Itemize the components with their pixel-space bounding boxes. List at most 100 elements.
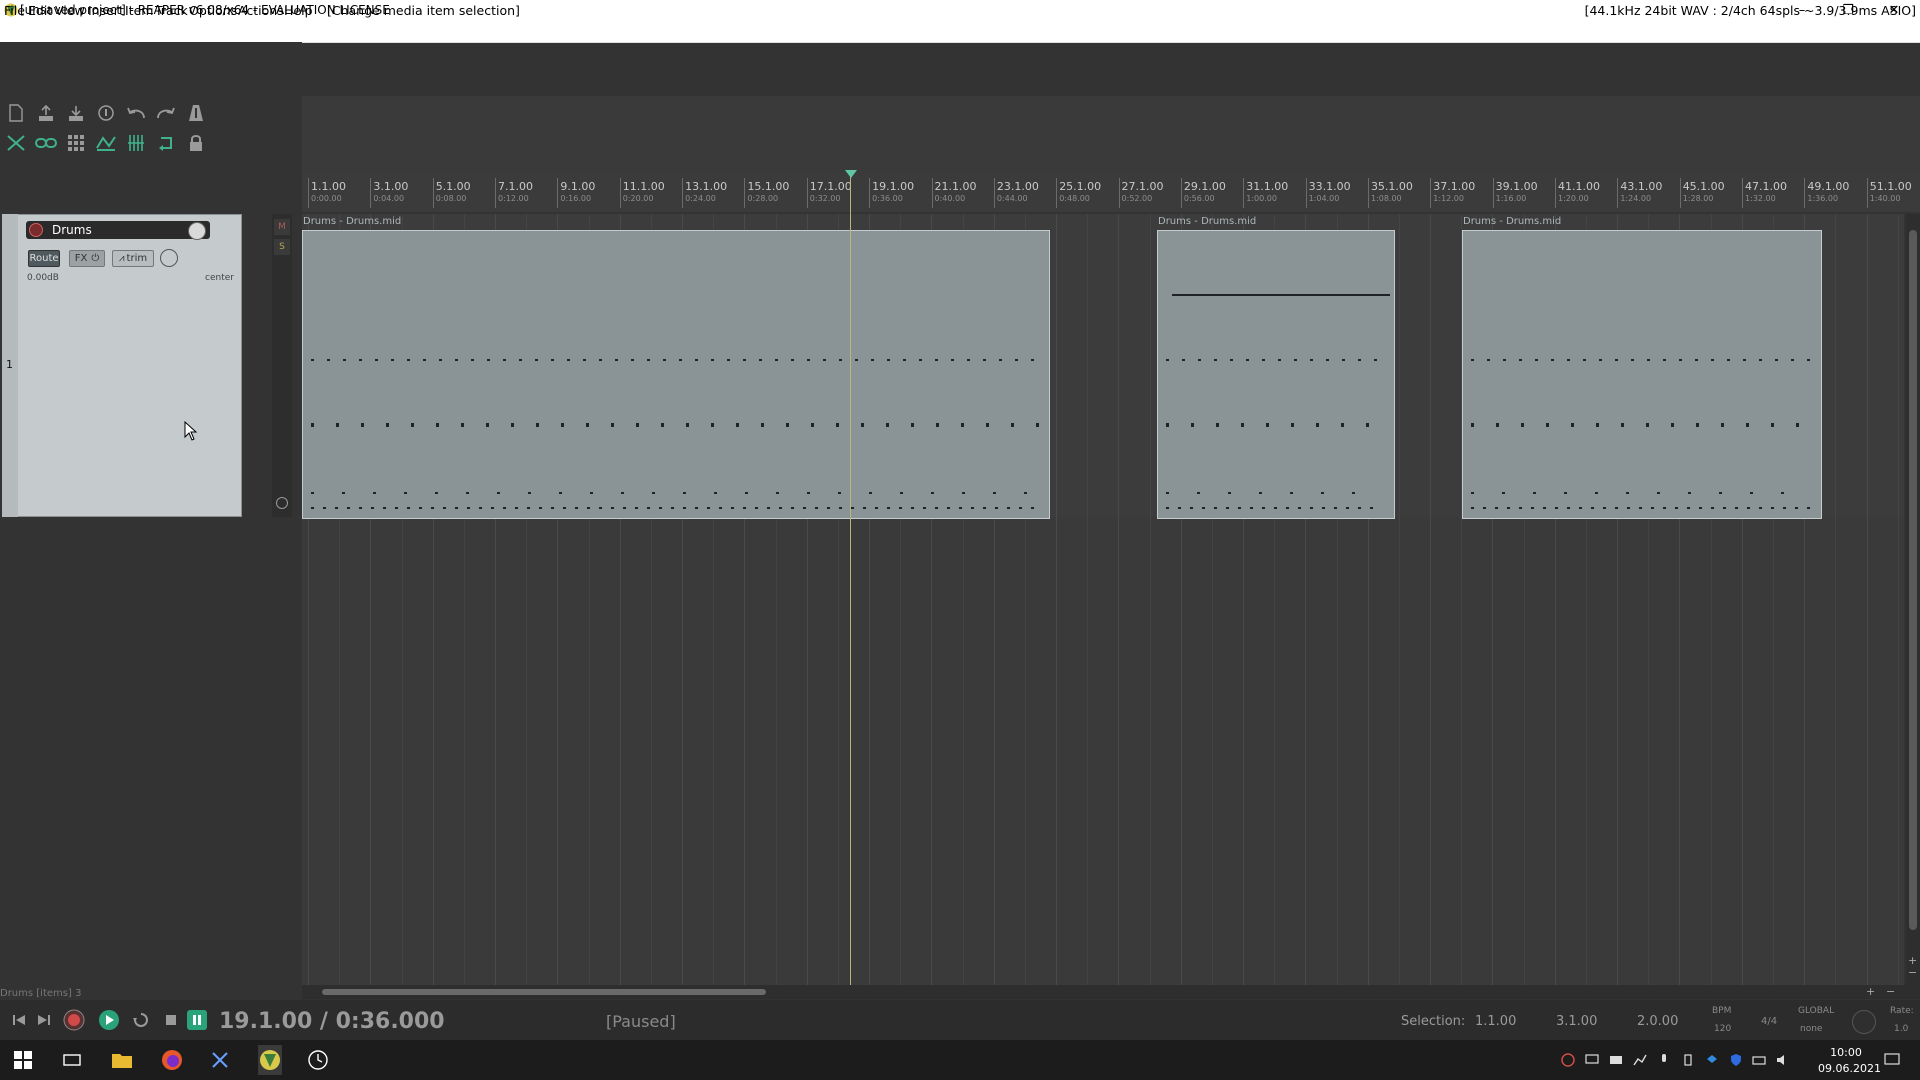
menu-item[interactable]: Item xyxy=(125,3,153,18)
midi-item-2[interactable]: Drums - Drums.mid xyxy=(1157,216,1395,519)
midi-note xyxy=(1543,507,1546,509)
save-project-icon[interactable] xyxy=(63,100,89,126)
task-view-icon[interactable] xyxy=(60,1048,84,1072)
midi-note xyxy=(745,492,748,494)
lock-icon[interactable] xyxy=(183,130,209,156)
midi-item-3[interactable]: Drums - Drums.mid xyxy=(1462,216,1822,519)
metronome-icon[interactable] xyxy=(183,100,209,126)
volume-knob[interactable] xyxy=(188,222,206,240)
fx-button[interactable]: FX ⏻ xyxy=(69,250,105,267)
midi-note xyxy=(1696,423,1699,427)
envelope-points-icon[interactable] xyxy=(93,130,119,156)
open-project-icon[interactable] xyxy=(33,100,59,126)
h-zoom-out-icon[interactable]: − xyxy=(1886,985,1895,998)
selection-length[interactable]: 2.0.00 xyxy=(1637,1014,1678,1029)
play-button[interactable] xyxy=(98,1009,120,1031)
automation-mode-button[interactable]: ⩘ trim xyxy=(112,250,154,267)
clock-app-icon[interactable] xyxy=(306,1048,330,1072)
repeat-icon[interactable] xyxy=(130,1009,152,1031)
tray-security-icon[interactable] xyxy=(1728,1052,1744,1068)
position-display[interactable]: 19.1.00 / 0:36.000 xyxy=(219,1009,445,1034)
global-value[interactable]: none xyxy=(1800,1024,1822,1034)
pan-knob[interactable] xyxy=(160,249,178,267)
record-button[interactable] xyxy=(63,1009,85,1031)
phase-invert-icon[interactable] xyxy=(276,497,288,509)
rate-knob[interactable] xyxy=(1852,1010,1876,1034)
menu-actions[interactable]: Actions xyxy=(238,3,284,18)
vertical-scroll-thumb[interactable] xyxy=(1909,230,1917,930)
go-to-start-icon[interactable] xyxy=(8,1009,30,1031)
midi-note xyxy=(486,423,489,427)
midi-note xyxy=(1483,507,1486,509)
midi-note xyxy=(1346,507,1349,509)
midi-note xyxy=(707,507,710,509)
tray-mic-icon[interactable] xyxy=(1656,1052,1672,1068)
pause-button[interactable] xyxy=(186,1009,208,1031)
grid-icon[interactable] xyxy=(63,130,89,156)
midi-item-1[interactable]: Drums - Drums.mid xyxy=(302,216,1050,519)
file-explorer-icon[interactable] xyxy=(110,1048,134,1072)
ripple-edit-icon[interactable] xyxy=(3,130,29,156)
undo-icon[interactable] xyxy=(123,100,149,126)
midi-note xyxy=(404,492,407,494)
snap-grid-icon[interactable] xyxy=(123,130,149,156)
ruler-label: 27.1.00 xyxy=(1121,180,1164,193)
menu-options[interactable]: Options xyxy=(189,3,237,18)
rate-value[interactable]: 1.0 xyxy=(1894,1024,1908,1034)
bpm-value[interactable]: 120 xyxy=(1714,1024,1731,1034)
time-signature[interactable]: 4/4 xyxy=(1761,1016,1777,1027)
menu-edit[interactable]: Edit xyxy=(28,3,52,18)
selection-end[interactable]: 3.1.00 xyxy=(1556,1014,1597,1029)
notification-icon[interactable] xyxy=(1884,1052,1900,1068)
taskbar-clock-date[interactable]: 09.06.2021 xyxy=(1818,1062,1881,1075)
midi-note xyxy=(827,507,830,509)
stop-button[interactable] xyxy=(160,1009,182,1031)
midi-note xyxy=(931,492,934,494)
tray-display-icon[interactable] xyxy=(1584,1052,1600,1068)
midi-note xyxy=(1796,423,1799,427)
menu-track[interactable]: Track xyxy=(155,3,188,18)
firefox-icon[interactable] xyxy=(160,1048,184,1072)
app-x-icon[interactable] xyxy=(208,1048,232,1072)
tray-keyboard-icon[interactable] xyxy=(1608,1052,1624,1068)
windows-start-icon[interactable] xyxy=(11,1048,35,1072)
selection-start[interactable]: 1.1.00 xyxy=(1475,1014,1516,1029)
project-settings-icon[interactable] xyxy=(93,100,119,126)
midi-note xyxy=(1342,359,1345,361)
solo-button[interactable]: S xyxy=(274,239,290,255)
mute-button[interactable]: M xyxy=(274,219,290,235)
audio-device-status[interactable]: [44.1kHz 24bit WAV : 2/4ch 64spls ~3.9/3… xyxy=(1585,3,1916,18)
loop-toggle-icon[interactable] xyxy=(153,130,179,156)
go-to-end-icon[interactable] xyxy=(33,1009,55,1031)
redo-icon[interactable] xyxy=(153,100,179,126)
menu-help[interactable]: Help xyxy=(284,3,313,18)
new-project-icon[interactable] xyxy=(3,100,29,126)
tray-battery-icon[interactable] xyxy=(1752,1052,1768,1068)
zoom-out-icon[interactable]: − xyxy=(1908,966,1917,979)
reaper-taskbar-icon[interactable] xyxy=(258,1045,282,1075)
tray-app-icon[interactable] xyxy=(1560,1052,1576,1068)
horizontal-scroll-thumb[interactable] xyxy=(322,989,766,995)
route-button[interactable]: Route xyxy=(28,250,60,267)
midi-note xyxy=(559,492,562,494)
midi-note xyxy=(1747,507,1750,509)
midi-note xyxy=(1191,423,1194,427)
play-cursor-marker[interactable] xyxy=(845,170,857,178)
arrange-view[interactable]: Drums - Drums.mid Drums - Drums.mid Drum… xyxy=(302,214,1904,985)
tray-chart-icon[interactable] xyxy=(1632,1052,1648,1068)
midi-note xyxy=(1771,507,1774,509)
tray-dropbox-icon[interactable] xyxy=(1704,1052,1720,1068)
menu-insert[interactable]: Insert xyxy=(88,3,124,18)
midi-note xyxy=(1019,507,1022,509)
record-arm-button[interactable] xyxy=(29,223,43,237)
item-grouping-icon[interactable] xyxy=(33,130,59,156)
tray-usb-icon[interactable] xyxy=(1680,1052,1696,1068)
track-number: 1 xyxy=(6,358,13,371)
midi-note xyxy=(1015,359,1018,361)
tray-volume-icon[interactable] xyxy=(1776,1052,1792,1068)
ruler-time-label: 0:24.00 xyxy=(685,194,716,203)
h-zoom-in-icon[interactable]: + xyxy=(1866,985,1875,998)
menu-view[interactable]: View xyxy=(55,3,85,18)
taskbar-clock-time[interactable]: 10:00 xyxy=(1818,1046,1874,1059)
menu-file[interactable]: File xyxy=(4,3,25,18)
